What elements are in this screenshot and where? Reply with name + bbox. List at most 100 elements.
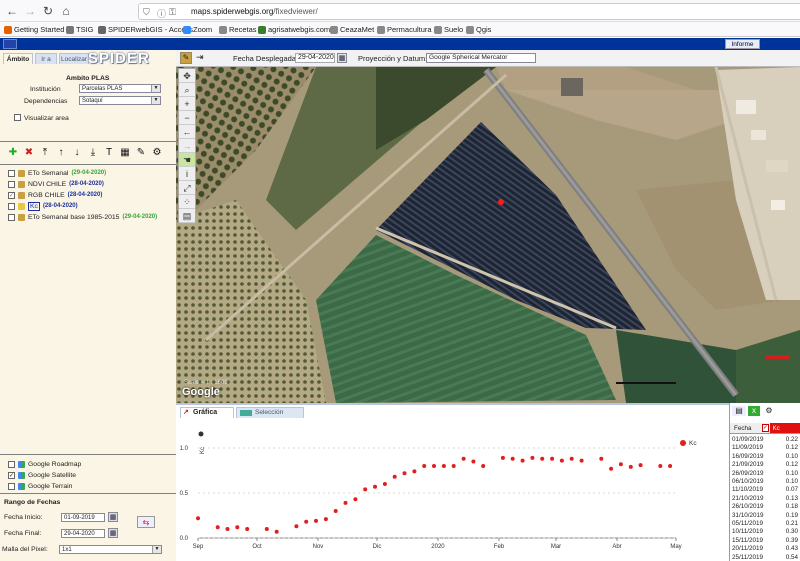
data-point bbox=[323, 517, 328, 522]
spider-logo: SPIDER bbox=[88, 50, 150, 67]
pan-icon[interactable]: ✥ bbox=[179, 69, 195, 83]
tab-ir-a[interactable]: Ir a bbox=[35, 53, 57, 64]
shield-icon[interactable]: ⛉ bbox=[143, 7, 150, 18]
data-point bbox=[658, 464, 663, 468]
institution-select[interactable]: Parcelas PLAS ▼ bbox=[79, 84, 161, 93]
layer-item[interactable]: NDVI CHILE (28-04-2020) bbox=[8, 179, 104, 189]
layer-checkbox[interactable] bbox=[8, 169, 15, 177]
table-icon[interactable]: ▦ bbox=[118, 146, 132, 160]
layer-checkbox[interactable] bbox=[8, 202, 15, 210]
bookmark-agrisat[interactable]: agrisatwebgis.com bbox=[258, 24, 330, 35]
move-bottom-icon[interactable]: ⤓ bbox=[86, 146, 100, 160]
basemap-checkbox[interactable] bbox=[8, 482, 15, 490]
edit-icon[interactable]: ✎ bbox=[134, 146, 148, 160]
zoom-in-icon[interactable]: + bbox=[179, 97, 195, 111]
layer-item[interactable]: ETo Semanal base 1985-2015 (29-04-2020) bbox=[8, 212, 157, 222]
eu-flag-icon bbox=[3, 39, 17, 49]
layer-checkbox[interactable]: ✓ bbox=[8, 191, 15, 199]
displayed-date[interactable]: 29-04-2020 bbox=[295, 53, 335, 63]
data-point bbox=[274, 529, 279, 534]
forward-icon[interactable]: → bbox=[22, 3, 38, 19]
bookmark-spiderwebgis[interactable]: SPIDERwebGIS - Access bbox=[98, 24, 193, 35]
basemap-item[interactable]: Google Roadmap bbox=[8, 459, 81, 469]
url-bar[interactable]: ⛉ ⓘ ⚿ maps.spiderwebgis.org/fixedviewer/ bbox=[138, 3, 800, 20]
bookmark-tsig[interactable]: TSIG bbox=[66, 24, 94, 35]
basemap-checkbox[interactable]: ✓ bbox=[8, 471, 15, 479]
move-up-icon[interactable]: ↑ bbox=[54, 146, 68, 160]
basemap-checkbox[interactable] bbox=[8, 460, 15, 468]
dependencies-select[interactable]: Sotaquí ▼ bbox=[79, 96, 161, 105]
x-tick-label: Mar bbox=[551, 544, 561, 550]
measure-icon[interactable]: ⤢ bbox=[179, 181, 195, 195]
info-icon[interactable]: i bbox=[179, 167, 195, 181]
leaf-icon bbox=[258, 25, 266, 34]
zoom-out-icon[interactable]: − bbox=[179, 111, 195, 125]
grid-icon[interactable]: ▤ bbox=[179, 209, 195, 223]
data-point bbox=[441, 464, 446, 468]
bookmark-getting-started[interactable]: Getting Started bbox=[4, 24, 64, 35]
reload-icon[interactable]: ↻ bbox=[40, 3, 56, 19]
tab-grafica[interactable]: ↗ Gráfica bbox=[180, 407, 234, 418]
move-down-icon[interactable]: ↓ bbox=[70, 146, 84, 160]
pixel-grid-label: Malla del Pixel: bbox=[2, 546, 48, 553]
hand-icon[interactable]: ☚ bbox=[179, 153, 195, 167]
map-view[interactable]: ✎ ⇥ Fecha Desplegada: 29-04-2020 ▦ Proye… bbox=[176, 50, 800, 403]
move-top-icon[interactable]: ⤒ bbox=[38, 146, 52, 160]
layer-checkbox[interactable] bbox=[8, 213, 15, 221]
apply-range-icon[interactable]: ⇆ bbox=[137, 516, 155, 528]
go-icon[interactable]: ⇥ bbox=[196, 52, 210, 64]
excel-icon[interactable]: x bbox=[748, 406, 760, 416]
divider bbox=[0, 141, 176, 142]
bookmark-zoom[interactable]: Zoom bbox=[183, 24, 212, 35]
data-point bbox=[618, 462, 623, 467]
forward-arrow-icon[interactable]: → bbox=[179, 139, 195, 153]
data-point bbox=[461, 456, 466, 461]
back-arrow-icon[interactable]: ← bbox=[179, 125, 195, 139]
bookmark-qgis[interactable]: Qgis bbox=[466, 24, 491, 35]
points-icon[interactable]: ⁘ bbox=[179, 195, 195, 209]
chevron-down-icon: ▼ bbox=[151, 85, 160, 92]
add-layer-icon[interactable]: ✚ bbox=[6, 146, 20, 160]
tab-seleccion[interactable]: Selección bbox=[236, 407, 304, 418]
column-checkbox[interactable]: ✓ bbox=[761, 424, 770, 432]
bookmark-suelo[interactable]: Suelo bbox=[434, 24, 463, 35]
layer-item-selected[interactable]: Kc (28-04-2020) bbox=[8, 201, 78, 211]
back-icon[interactable]: ← bbox=[4, 3, 20, 19]
map-tools-icon[interactable]: ✎ bbox=[180, 52, 192, 64]
x-tick-label: 2020 bbox=[431, 544, 445, 550]
satellite-map[interactable] bbox=[176, 50, 800, 403]
delete-layer-icon[interactable]: ✖ bbox=[22, 146, 36, 160]
home-icon[interactable]: ⌂ bbox=[58, 3, 74, 19]
tab-localizar[interactable]: Localizar bbox=[59, 53, 89, 64]
key-icon[interactable]: ⚿ bbox=[169, 7, 176, 18]
pixel-grid-select[interactable]: 1x1 ▼ bbox=[59, 545, 162, 554]
projection-select[interactable]: Google Spherical Mercator bbox=[426, 53, 536, 63]
table-row[interactable]: 25/11/2019 0.54 bbox=[730, 554, 800, 561]
basemap-item[interactable]: ✓ Google Satellite bbox=[8, 470, 76, 480]
bookmark-recetas[interactable]: Recetas bbox=[219, 24, 257, 35]
start-date-input[interactable]: 01-09-2019 bbox=[61, 513, 105, 522]
export-icon[interactable]: ▤ bbox=[732, 406, 746, 416]
calendar-icon[interactable]: ▦ bbox=[108, 512, 118, 522]
folder-icon bbox=[466, 25, 474, 34]
bookmark-permacultura[interactable]: Permacultura bbox=[377, 24, 432, 35]
url-text: maps.spiderwebgis.org/fixedviewer/ bbox=[191, 7, 318, 16]
tab-ambito[interactable]: Ámbito bbox=[3, 53, 33, 64]
end-date-input[interactable]: 29-04-2020 bbox=[61, 529, 105, 538]
bookmark-ceazamet[interactable]: CeazaMet bbox=[330, 24, 374, 35]
calendar-icon[interactable]: ▦ bbox=[108, 528, 118, 538]
layer-item[interactable]: ETo Semanal (29-04-2020) bbox=[8, 168, 106, 178]
info-icon[interactable]: ⓘ bbox=[157, 7, 166, 20]
visualize-area-checkbox[interactable] bbox=[14, 114, 21, 121]
layer-item[interactable]: ✓ RGB CHILE (28-04-2020) bbox=[8, 190, 102, 200]
basemap-item[interactable]: Google Terrain bbox=[8, 481, 72, 491]
zoom-box-icon[interactable]: ⌕ bbox=[179, 83, 195, 97]
data-point bbox=[392, 474, 397, 479]
layer-checkbox[interactable] bbox=[8, 180, 15, 188]
report-button[interactable]: Informe bbox=[725, 39, 760, 49]
chart-settings-icon[interactable]: ⚙ bbox=[762, 406, 776, 416]
settings-icon[interactable]: ⚙ bbox=[150, 146, 164, 160]
filter-icon[interactable]: T bbox=[102, 146, 116, 160]
calendar-icon[interactable]: ▦ bbox=[337, 53, 347, 63]
raster-icon bbox=[18, 191, 25, 199]
